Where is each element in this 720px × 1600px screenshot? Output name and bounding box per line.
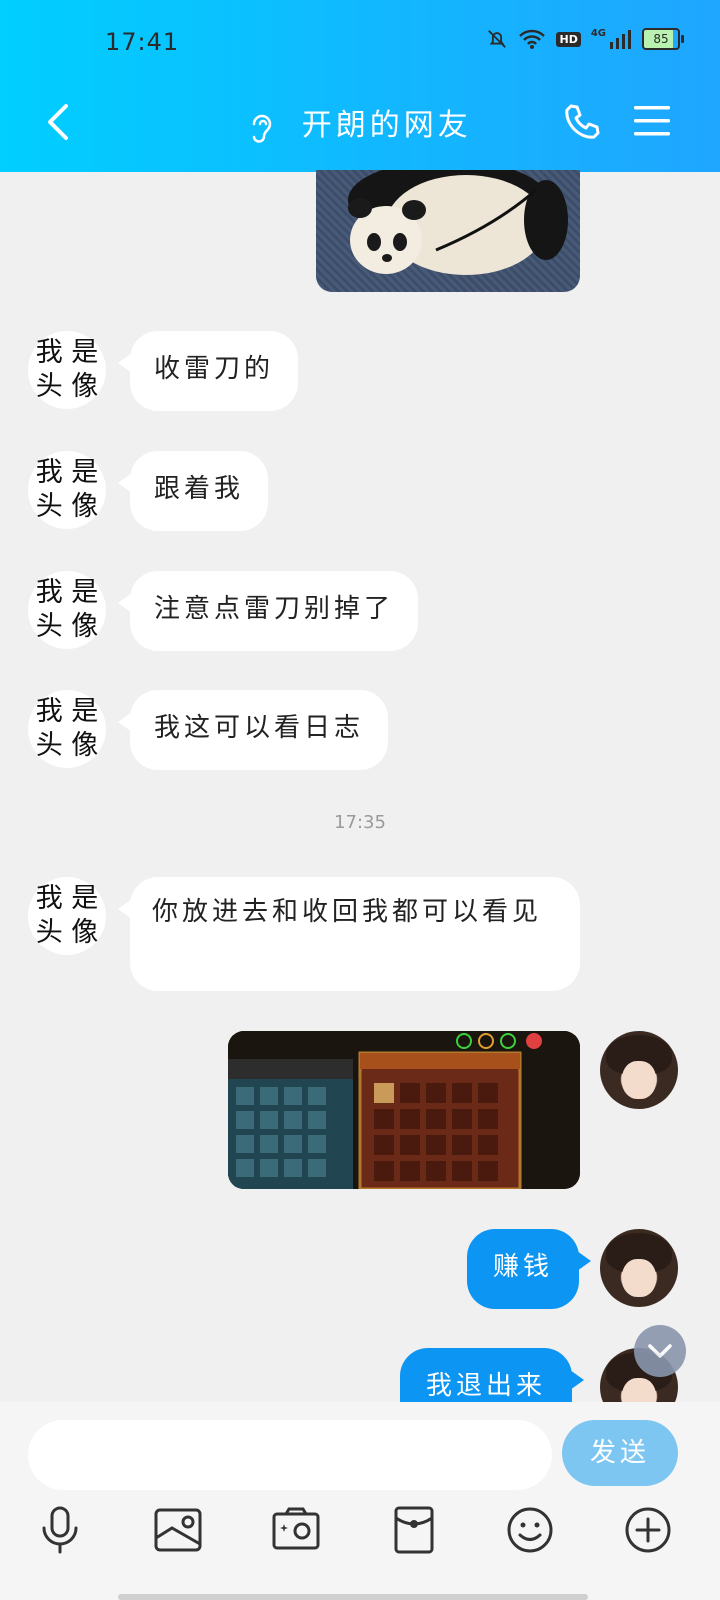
mute-bell-icon: [488, 30, 507, 48]
phone-icon[interactable]: [562, 102, 602, 142]
chat-header: 17:41 HD 4G 85 开朗的网友: [0, 0, 720, 172]
signal-icon: [610, 30, 631, 49]
my-avatar[interactable]: [600, 1229, 678, 1307]
send-button[interactable]: 发送: [562, 1420, 678, 1486]
image-icon[interactable]: [152, 1504, 204, 1556]
battery-indicator: 85: [642, 28, 684, 50]
status-icons: HD 4G 85: [486, 27, 684, 50]
emoji-icon[interactable]: [504, 1504, 556, 1556]
incoming-message[interactable]: 你放进去和收回我都可以看见: [118, 877, 580, 991]
image-message-panda[interactable]: [316, 170, 580, 292]
home-indicator: [118, 1594, 588, 1600]
message-input[interactable]: [28, 1420, 552, 1490]
game-screenshot: [228, 1031, 580, 1189]
my-avatar[interactable]: [600, 1031, 678, 1109]
input-bar: 发送: [0, 1402, 720, 1600]
microphone-icon[interactable]: [34, 1504, 86, 1556]
avatar-text[interactable]: 我 是 头 像: [28, 690, 106, 768]
scroll-to-bottom-button[interactable]: [634, 1325, 686, 1377]
camera-icon[interactable]: [270, 1504, 322, 1556]
panda-photo: [348, 170, 568, 275]
avatar-text[interactable]: 我 是 头 像: [28, 331, 106, 409]
red-envelope-icon[interactable]: [388, 1504, 440, 1556]
hd-badge: HD: [556, 31, 581, 47]
avatar-text[interactable]: 我 是 头 像: [28, 877, 106, 955]
incoming-message[interactable]: 收雷刀的: [117, 331, 299, 411]
chevron-down-icon: [648, 1344, 672, 1358]
menu-icon[interactable]: [634, 104, 670, 138]
status-time: 17:41: [105, 28, 180, 56]
incoming-message[interactable]: 我这可以看日志: [117, 690, 389, 770]
incoming-message[interactable]: 跟着我: [117, 451, 269, 531]
incoming-message[interactable]: 注意点雷刀别掉了: [117, 571, 419, 651]
wifi-icon: [519, 29, 546, 49]
chat-title: 开朗的网友: [301, 108, 472, 143]
avatar-text[interactable]: 我 是 头 像: [28, 571, 106, 649]
chat-title-wrap[interactable]: 开朗的网友: [0, 100, 720, 144]
outgoing-message[interactable]: 赚钱: [467, 1229, 592, 1309]
image-message-game[interactable]: [228, 1031, 580, 1189]
message-timestamp: 17:35: [334, 812, 386, 833]
ear-icon: [252, 114, 272, 143]
network-type: 4G: [590, 27, 606, 39]
avatar-text[interactable]: 我 是 头 像: [28, 451, 106, 529]
plus-icon[interactable]: [622, 1504, 674, 1556]
